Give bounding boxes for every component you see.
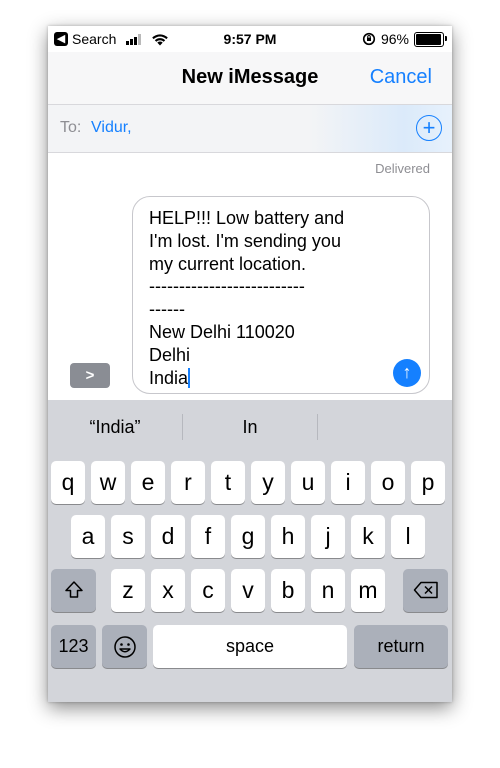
key-j[interactable]: j <box>311 515 345 558</box>
delete-key[interactable] <box>403 569 448 612</box>
to-label: To: <box>60 119 82 136</box>
message-line: HELP!!! Low battery and <box>149 208 345 228</box>
key-s[interactable]: s <box>111 515 145 558</box>
suggestion-1[interactable]: “India” <box>48 400 182 454</box>
key-n[interactable]: n <box>311 569 345 612</box>
key-i[interactable]: i <box>331 461 365 504</box>
key-d[interactable]: d <box>151 515 185 558</box>
key-g[interactable]: g <box>231 515 265 558</box>
key-w[interactable]: w <box>91 461 125 504</box>
key-e[interactable]: e <box>131 461 165 504</box>
emoji-key[interactable] <box>102 625 147 668</box>
keyboard: q w e r t y u i o p a s d f g h j k l z … <box>48 454 452 702</box>
suggestion-2[interactable]: In <box>183 400 317 454</box>
delivery-status: Delivered <box>375 161 430 176</box>
phone-screen: ◀ Search 9:57 PM 96% New iMessage Cancel… <box>48 26 452 702</box>
add-contact-button[interactable]: + <box>416 115 442 141</box>
battery-percent: 96% <box>380 31 409 47</box>
message-line: I'm lost. I'm sending you <box>149 230 341 251</box>
nav-bar: New iMessage Cancel <box>48 52 452 104</box>
return-key[interactable]: return <box>354 625 448 668</box>
key-r[interactable]: r <box>171 461 205 504</box>
message-line: India <box>149 367 189 388</box>
battery-icon <box>414 31 447 47</box>
key-o[interactable]: o <box>371 461 405 504</box>
key-m[interactable]: m <box>351 569 385 612</box>
message-line: Delhi <box>149 344 191 365</box>
message-line: -------------------------- <box>149 276 305 297</box>
message-line: my current location. <box>149 253 307 274</box>
arrow-up-icon: ↑ <box>402 362 412 382</box>
key-z[interactable]: z <box>111 569 145 612</box>
key-t[interactable]: t <box>211 461 245 504</box>
key-a[interactable]: a <box>71 515 105 558</box>
key-k[interactable]: k <box>351 515 385 558</box>
key-b[interactable]: b <box>271 569 305 612</box>
text-cursor <box>188 367 191 388</box>
predictive-bar: “India” In <box>48 400 452 454</box>
message-input[interactable]: HELP!!! Low battery and I'm lost. I'm sen… <box>132 196 430 394</box>
orientation-lock-icon <box>362 32 376 46</box>
key-v[interactable]: v <box>231 569 265 612</box>
shift-icon <box>64 581 83 598</box>
key-q[interactable]: q <box>51 461 85 504</box>
key-c[interactable]: c <box>191 569 225 612</box>
message-line: New Delhi 110020 <box>149 321 295 342</box>
chevron-right-icon: > <box>85 367 95 384</box>
emoji-icon <box>113 636 136 658</box>
backspace-icon <box>413 581 438 599</box>
suggestion-3[interactable] <box>318 400 452 454</box>
send-button[interactable]: ↑ <box>393 359 421 387</box>
space-key[interactable]: space <box>153 625 347 668</box>
numbers-key[interactable]: 123 <box>51 625 96 668</box>
recipient-token[interactable]: Vidur, <box>91 119 132 137</box>
status-right: 96% <box>362 31 447 47</box>
key-h[interactable]: h <box>271 515 305 558</box>
status-bar: ◀ Search 9:57 PM 96% <box>48 26 452 52</box>
message-text: HELP!!! Low battery and I'm lost. I'm sen… <box>149 207 393 389</box>
key-p[interactable]: p <box>411 461 445 504</box>
key-l[interactable]: l <box>391 515 425 558</box>
message-line: ------ <box>149 299 185 320</box>
key-y[interactable]: y <box>251 461 285 504</box>
key-x[interactable]: x <box>151 569 185 612</box>
app-drawer-button[interactable]: > <box>70 363 110 388</box>
shift-key[interactable] <box>51 569 96 612</box>
recipient-row[interactable]: To: Vidur, + <box>48 104 452 153</box>
key-u[interactable]: u <box>291 461 325 504</box>
cancel-button[interactable]: Cancel <box>370 66 432 89</box>
key-f[interactable]: f <box>191 515 225 558</box>
battery-fill <box>416 33 441 45</box>
